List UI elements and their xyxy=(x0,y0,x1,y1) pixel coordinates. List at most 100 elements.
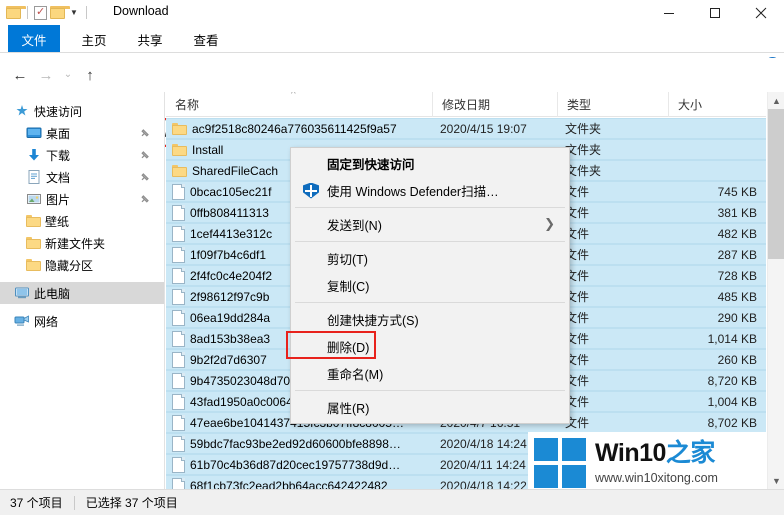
file-size-cell: 1,004 KB xyxy=(707,394,757,409)
watermark: Win10之家 www.win10xitong.com xyxy=(528,432,766,494)
sidebar-item-label: 壁纸 xyxy=(45,214,70,229)
file-name-label: 0bcac105ec21f xyxy=(190,184,272,199)
file-type-cell: 文件 xyxy=(565,395,590,409)
file-name-label: 2f4fc0c4e204f2 xyxy=(190,268,273,283)
file-type-cell: 文件 xyxy=(565,227,590,241)
column-header-name[interactable]: 名称 ^ xyxy=(166,92,433,117)
sidebar-item-network[interactable]: 网络 xyxy=(0,310,164,332)
chevron-right-icon: ❯ xyxy=(544,216,555,231)
sidebar-item-label: 下载 xyxy=(46,148,71,163)
document-icon xyxy=(172,477,185,489)
document-icon xyxy=(172,267,185,284)
new-folder-icon[interactable] xyxy=(50,6,70,19)
sidebar-item-pictures[interactable]: 图片 xyxy=(0,188,164,210)
document-icon xyxy=(172,414,185,431)
file-name-label: 0ffb808411313 xyxy=(190,205,269,220)
menu-item[interactable]: 发送到(N) ❯ xyxy=(291,211,569,238)
column-header-size[interactable]: 大小 xyxy=(669,92,766,117)
pin-icon[interactable] xyxy=(140,193,151,207)
sidebar-item-label: 隐藏分区 xyxy=(45,258,94,273)
menu-item[interactable]: 删除(D) xyxy=(286,331,569,360)
column-header-date[interactable]: 修改日期 xyxy=(433,92,558,117)
file-size-cell: 482 KB xyxy=(717,226,757,241)
file-name-label: 1cef4413e312c xyxy=(190,226,273,241)
menu-item[interactable]: 属性(R) xyxy=(291,394,569,421)
sidebar-item-new-folder[interactable]: 新建文件夹 xyxy=(0,232,164,254)
close-icon[interactable] xyxy=(738,0,784,25)
menu-item-label: 固定到快速访问 xyxy=(327,158,415,172)
file-type-cell: 文件 xyxy=(565,353,590,367)
file-size-cell: 381 KB xyxy=(717,205,757,220)
document-icon xyxy=(172,456,185,473)
sidebar-item-quick-access[interactable]: 快速访问 xyxy=(0,100,164,122)
file-type-cell: 文件 xyxy=(565,374,590,388)
tab-home[interactable]: 主页 xyxy=(70,25,118,53)
windows-logo-icon xyxy=(534,438,586,488)
pictures-icon xyxy=(26,191,42,207)
document-icon xyxy=(172,309,185,326)
file-type-cell: 文件夹 xyxy=(565,164,602,178)
table-row[interactable]: ac9f2518c80246a776035611425f9a57 2020/4/1… xyxy=(166,118,766,139)
scrollbar-thumb[interactable] xyxy=(768,109,784,259)
pin-icon[interactable] xyxy=(140,171,151,185)
menu-item[interactable]: 固定到快速访问 xyxy=(291,150,569,177)
forward-arrow-icon[interactable]: → xyxy=(34,64,58,86)
defender-shield-icon xyxy=(303,182,319,199)
file-name-label: 59bdc7fac93be2ed92d60600bfe8898… xyxy=(190,436,401,451)
navigation-pane: 快速访问 桌面 下载 文档 图片 壁纸 新建文件夹 隐藏分区 此电脑 网络 xyxy=(0,92,165,489)
pin-icon[interactable] xyxy=(140,149,151,163)
quick-access-toolbar: ▼ xyxy=(6,2,90,23)
file-name-label: 8ad153b38ea3 xyxy=(190,331,271,346)
tab-file[interactable]: 文件 xyxy=(8,25,60,53)
menu-item[interactable]: 重命名(M) xyxy=(291,360,569,387)
column-headers: 名称 ^ 修改日期 类型 大小 xyxy=(166,92,766,117)
column-header-type[interactable]: 类型 xyxy=(558,92,669,117)
pin-icon[interactable] xyxy=(140,127,151,141)
sidebar-item-downloads[interactable]: 下载 xyxy=(0,144,164,166)
vertical-scrollbar[interactable]: ▲ ▼ xyxy=(767,92,784,489)
sidebar-item-documents[interactable]: 文档 xyxy=(0,166,164,188)
scroll-up-icon[interactable]: ▲ xyxy=(768,92,784,109)
status-bar: 37 个项目 已选择 37 个项目 xyxy=(0,489,784,515)
file-size-cell: 8,702 KB xyxy=(707,415,757,430)
back-arrow-icon[interactable]: ← xyxy=(8,64,32,86)
properties-icon[interactable] xyxy=(34,5,47,20)
file-name-label: 2f98612f97c9b xyxy=(190,289,270,304)
menu-item-label: 重命名(M) xyxy=(327,368,384,382)
sidebar-item-this-pc[interactable]: 此电脑 xyxy=(0,282,164,304)
scroll-down-icon[interactable]: ▼ xyxy=(768,472,784,489)
tab-view[interactable]: 查看 xyxy=(182,25,230,53)
this-pc-icon xyxy=(14,285,30,301)
menu-item[interactable]: 使用 Windows Defender扫描… xyxy=(291,177,569,204)
ribbon-tabs: 文件 主页 共享 查看 ⌄ ? xyxy=(0,25,784,72)
file-name-label: 06ea19dd284a xyxy=(190,310,271,325)
recent-locations-icon[interactable]: ⌄ xyxy=(60,64,76,86)
network-icon xyxy=(14,313,30,329)
file-name-label: 61b70c4b36d87d20cec19757738d9d… xyxy=(190,457,401,472)
menu-item-label: 发送到(N) xyxy=(327,219,382,233)
sidebar-item-label: 快速访问 xyxy=(34,104,83,119)
title-bar: ▼ Download xyxy=(0,0,784,25)
file-type-cell: 文件夹 xyxy=(565,143,602,157)
file-size-cell: 260 KB xyxy=(717,352,757,367)
up-arrow-icon[interactable]: ↑ xyxy=(78,64,102,86)
dropdown-caret-icon[interactable]: ▼ xyxy=(68,8,80,17)
menu-item[interactable]: 创建快捷方式(S) xyxy=(291,306,569,333)
sidebar-item-wallpaper[interactable]: 壁纸 xyxy=(0,210,164,232)
folder-icon xyxy=(26,237,41,249)
sidebar-item-hidden-partition[interactable]: 隐藏分区 xyxy=(0,254,164,276)
folder-icon[interactable] xyxy=(6,6,26,19)
menu-item[interactable]: 剪切(T) xyxy=(291,245,569,272)
document-icon xyxy=(172,372,185,389)
sort-ascending-icon: ^ xyxy=(291,92,296,100)
file-name-label: 1f09f7b4c6df1 xyxy=(190,247,267,262)
sidebar-item-desktop[interactable]: 桌面 xyxy=(0,122,164,144)
file-size-cell: 290 KB xyxy=(717,310,757,325)
file-type-cell: 文件 xyxy=(565,416,590,430)
star-pin-icon xyxy=(14,103,30,119)
minimize-icon[interactable] xyxy=(646,0,692,25)
tab-share[interactable]: 共享 xyxy=(126,25,174,53)
file-size-cell: 287 KB xyxy=(717,247,757,262)
menu-item[interactable]: 复制(C) xyxy=(291,272,569,299)
maximize-icon[interactable] xyxy=(692,0,738,25)
